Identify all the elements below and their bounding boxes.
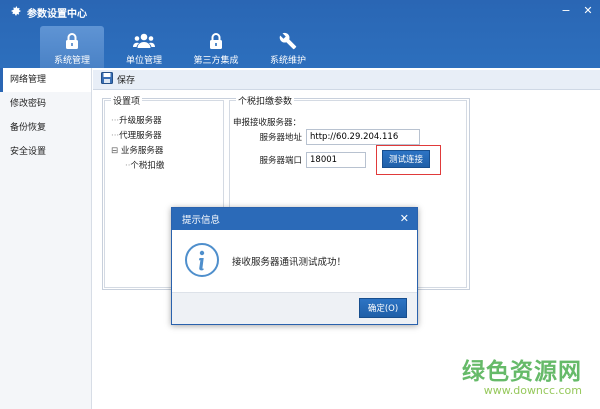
watermark: 绿色资源网 www.downcc.com [462,352,582,397]
message-dialog: 提示信息 ✕ 接收服务器通讯测试成功！ 确定(O) [171,207,418,325]
server-port-input[interactable] [306,152,366,168]
sidebar-item-security[interactable]: 安全设置 [0,140,91,164]
watermark-cn: 绿色资源网 [462,359,582,385]
receive-server-label: 申报接收服务器： [233,118,302,128]
sidebar: 网络管理 修改密码 备份恢复 安全设置 [0,68,92,409]
tab-unit-management[interactable]: 单位管理 [112,26,176,68]
save-button[interactable]: 保存 [117,73,135,86]
gear-icon [10,5,22,20]
tax-group-legend: 个税扣缴参数 [236,94,295,107]
toolbar: 保存 [93,70,600,90]
settings-tree: ···升级服务器 ···代理服务器 ⊟ 业务服务器 ··个税扣缴 [111,114,164,174]
close-icon[interactable]: ✕ [582,4,594,17]
dialog-body: 接收服务器通讯测试成功！ [172,230,417,292]
test-connection-button[interactable]: 测试连接 [382,150,430,168]
wrench-icon [279,31,297,51]
tab-third-party[interactable]: 第三方集成 [184,26,248,68]
dialog-footer: 确定(O) [172,292,417,324]
minimize-icon[interactable]: − [560,4,572,17]
sidebar-item-password[interactable]: 修改密码 [0,92,91,116]
save-icon [101,72,113,87]
lock-icon [208,31,224,51]
main-tabs: 系统管理 单位管理 第三方集成 系统维护 [40,26,328,68]
settings-group-legend: 设置项 [111,94,143,107]
server-address-input[interactable] [306,129,420,145]
tab-label: 系统维护 [269,56,306,66]
users-icon [133,31,155,51]
lock-icon [64,31,80,51]
info-icon [184,242,220,281]
title-bar: 参数设置中心 − ✕ 系统管理 单位管理 第三方集成 系统维护 [0,0,600,68]
tab-label: 单位管理 [125,56,162,66]
tree-item-tax-withholding[interactable]: ··个税扣缴 [111,159,164,174]
dialog-message: 接收服务器通讯测试成功！ [232,257,347,268]
dialog-header: 提示信息 ✕ [172,208,417,230]
tree-item-upgrade-server[interactable]: ···升级服务器 [111,114,164,129]
window-title: 参数设置中心 [27,8,87,20]
tree-item-proxy-server[interactable]: ···代理服务器 [111,129,164,144]
tab-system-maintenance[interactable]: 系统维护 [256,26,320,68]
address-label: 服务器地址 [259,133,302,143]
watermark-url: www.downcc.com [483,384,582,397]
tree-item-business-server[interactable]: ⊟ 业务服务器 [111,144,164,159]
sidebar-item-network[interactable]: 网络管理 [0,68,91,92]
tab-label: 第三方集成 [193,56,239,66]
app-title: 参数设置中心 [10,4,87,20]
tab-label: 系统管理 [53,56,90,66]
close-icon[interactable]: ✕ [400,212,409,225]
ok-button[interactable]: 确定(O) [359,298,407,318]
tab-system-management[interactable]: 系统管理 [40,26,104,68]
port-label: 服务器端口 [259,156,302,166]
sidebar-item-backup[interactable]: 备份恢复 [0,116,91,140]
dialog-title: 提示信息 [182,215,221,226]
